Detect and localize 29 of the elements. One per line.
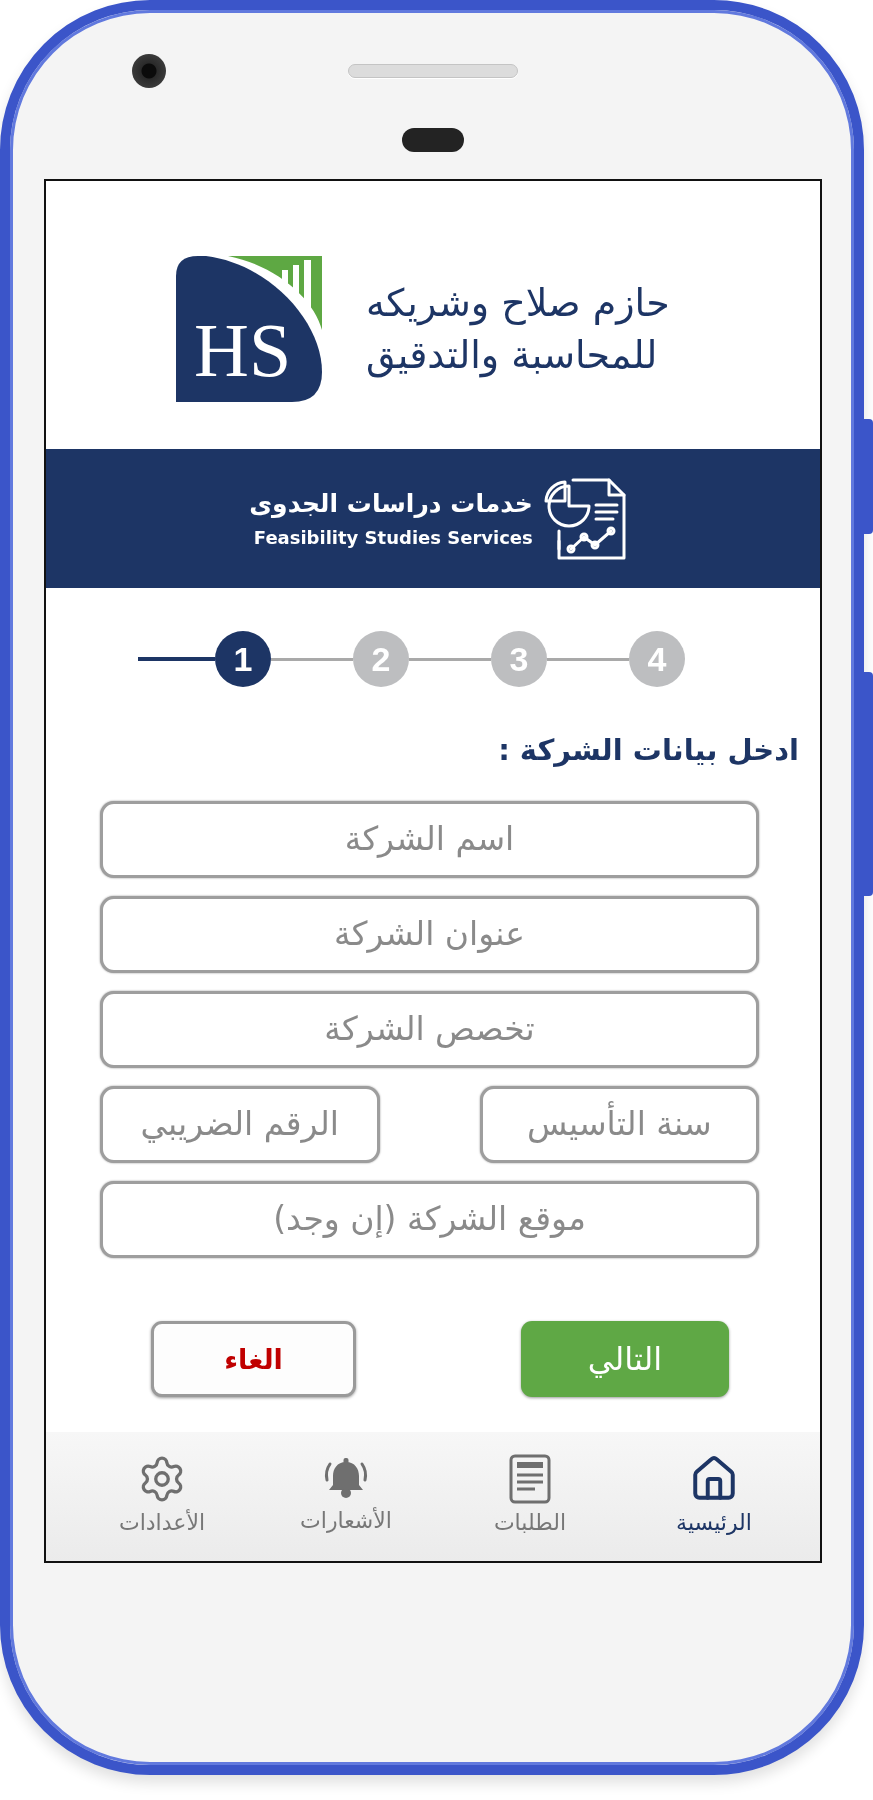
nav-item[interactable]: الرئيسية — [622, 1432, 806, 1561]
nav-item[interactable]: الطلبات — [438, 1432, 622, 1561]
logo-text: HS — [194, 312, 292, 388]
cancel-button[interactable]: الغاء — [151, 1321, 356, 1397]
nav-item[interactable]: الأعدادات — [70, 1432, 254, 1561]
form-heading: ادخل بيانات الشركة : — [497, 732, 800, 769]
banner-title: خدمات دراسات الجدوى — [249, 487, 533, 520]
speaker-grille-icon — [348, 64, 518, 78]
step-circle: 1 — [215, 631, 271, 687]
input-field[interactable]: سنة التأسيس — [479, 1086, 759, 1163]
banner-subtitle: Feasibility Studies Services — [253, 525, 533, 550]
document-chart-icon — [542, 476, 627, 561]
sensor-icon — [402, 128, 464, 152]
step-circle: 2 — [353, 631, 409, 687]
nav-item[interactable]: الأشعارات — [254, 1432, 438, 1561]
camera-icon — [132, 54, 166, 88]
input-field[interactable]: تخصص الشركة — [100, 991, 759, 1068]
next-button[interactable]: التالي — [521, 1321, 729, 1397]
step-circle: 3 — [491, 631, 547, 687]
input-field[interactable]: الرقم الضريبي — [100, 1086, 380, 1163]
company-name: للمحاسبة والتدقيق — [366, 332, 658, 380]
company-name: حازم صلاح وشريكه — [366, 280, 670, 328]
document-icon — [509, 1454, 551, 1504]
input-field[interactable]: اسم الشركة — [100, 801, 759, 878]
side-button[interactable] — [864, 419, 873, 534]
input-field[interactable]: موقع الشركة (إن وجد) — [100, 1181, 759, 1258]
side-button[interactable] — [864, 672, 873, 896]
input-field[interactable]: عنوان الشركة — [100, 896, 759, 973]
step-circle: 4 — [629, 631, 685, 687]
